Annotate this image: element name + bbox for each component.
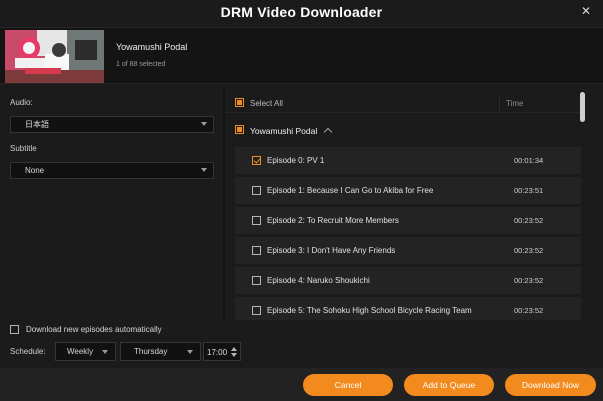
auto-download-checkbox[interactable] bbox=[10, 325, 19, 334]
episode-checkbox[interactable] bbox=[252, 276, 261, 285]
audio-label: Audio: bbox=[10, 98, 33, 107]
stepper-down-icon[interactable] bbox=[231, 353, 237, 357]
episode-title: Episode 2: To Recruit More Members bbox=[267, 216, 399, 225]
episode-checkbox[interactable] bbox=[252, 156, 261, 165]
schedule-label: Schedule: bbox=[10, 347, 46, 356]
add-to-queue-button[interactable]: Add to Queue bbox=[404, 374, 494, 396]
subtitle-label: Subtitle bbox=[10, 144, 37, 153]
panel-divider bbox=[223, 88, 225, 320]
episode-checkbox[interactable] bbox=[252, 246, 261, 255]
episode-duration: 00:23:52 bbox=[514, 276, 544, 285]
subtitle-dropdown[interactable]: None bbox=[10, 162, 214, 179]
close-icon[interactable]: ✕ bbox=[579, 4, 593, 18]
episode-checkbox[interactable] bbox=[252, 186, 261, 195]
show-group-row[interactable]: Yowamushi Podal bbox=[226, 120, 581, 140]
episode-row[interactable]: Episode 2: To Recruit More Members 00:23… bbox=[235, 207, 581, 234]
auto-download-label: Download new episodes automatically bbox=[26, 325, 162, 334]
selection-count: 1 of 88 selected bbox=[116, 61, 166, 68]
video-thumbnail bbox=[5, 30, 104, 83]
episode-list-panel: Select All Time Yowamushi Podal Episode … bbox=[226, 88, 590, 320]
stepper-up-icon[interactable] bbox=[231, 347, 237, 351]
time-value: 17:00 bbox=[207, 348, 228, 357]
episode-checkbox[interactable] bbox=[252, 216, 261, 225]
episode-duration: 00:23:52 bbox=[514, 216, 544, 225]
audio-value: 日本語 bbox=[25, 120, 49, 129]
episode-title: Episode 5: The Sohoku High School Bicycl… bbox=[267, 306, 472, 315]
time-stepper[interactable]: 17:00 bbox=[203, 342, 241, 361]
window-title: DRM Video Downloader bbox=[220, 4, 383, 20]
episode-duration: 00:01:34 bbox=[514, 156, 544, 165]
subtitle-value: None bbox=[25, 166, 45, 175]
video-info-strip: Yowamushi Podal 1 of 88 selected bbox=[0, 27, 603, 84]
episode-row[interactable]: Episode 3: I Don't Have Any Friends 00:2… bbox=[235, 237, 581, 264]
list-scrollbar[interactable] bbox=[580, 92, 585, 122]
episode-row[interactable]: Episode 4: Naruko Shoukichi 00:23:52 bbox=[235, 267, 581, 294]
audio-dropdown[interactable]: 日本語 bbox=[10, 116, 214, 133]
episode-checkbox[interactable] bbox=[252, 306, 261, 315]
episode-title: Episode 3: I Don't Have Any Friends bbox=[267, 246, 396, 255]
list-header: Select All Time bbox=[226, 95, 581, 113]
column-separator bbox=[499, 97, 500, 111]
group-label: Yowamushi Podal bbox=[250, 126, 318, 136]
day-dropdown[interactable]: Thursday bbox=[120, 342, 201, 361]
episode-row[interactable]: Episode 5: The Sohoku High School Bicycl… bbox=[235, 297, 581, 320]
chevron-down-icon bbox=[201, 122, 207, 126]
chevron-up-icon[interactable] bbox=[323, 127, 333, 137]
time-column-header: Time bbox=[506, 99, 524, 108]
cancel-button[interactable]: Cancel bbox=[303, 374, 393, 396]
chevron-down-icon bbox=[187, 350, 193, 354]
episode-duration: 00:23:52 bbox=[514, 246, 544, 255]
chevron-down-icon bbox=[201, 168, 207, 172]
chevron-down-icon bbox=[102, 350, 108, 354]
action-bar: Cancel Add to Queue Download Now bbox=[0, 368, 603, 401]
episode-row[interactable]: Episode 1: Because I Can Go to Akiba for… bbox=[235, 177, 581, 204]
download-now-button[interactable]: Download Now bbox=[505, 374, 596, 396]
group-checkbox[interactable] bbox=[235, 125, 244, 134]
episode-duration: 00:23:52 bbox=[514, 306, 544, 315]
options-panel: Audio: 日本語 Subtitle None bbox=[0, 88, 223, 320]
select-all-label: Select All bbox=[250, 99, 283, 108]
show-title: Yowamushi Podal bbox=[116, 42, 188, 52]
day-value: Thursday bbox=[134, 347, 168, 356]
episode-duration: 00:23:51 bbox=[514, 186, 544, 195]
episode-row[interactable]: Episode 0: PV 1 00:01:34 bbox=[235, 147, 581, 174]
episode-title: Episode 4: Naruko Shoukichi bbox=[267, 276, 370, 285]
frequency-value: Weekly bbox=[67, 347, 94, 356]
frequency-dropdown[interactable]: Weekly bbox=[55, 342, 116, 361]
title-bar: DRM Video Downloader ✕ bbox=[0, 0, 603, 24]
select-all-checkbox[interactable] bbox=[235, 98, 244, 107]
episode-title: Episode 1: Because I Can Go to Akiba for… bbox=[267, 186, 434, 195]
episode-title: Episode 0: PV 1 bbox=[267, 156, 325, 165]
